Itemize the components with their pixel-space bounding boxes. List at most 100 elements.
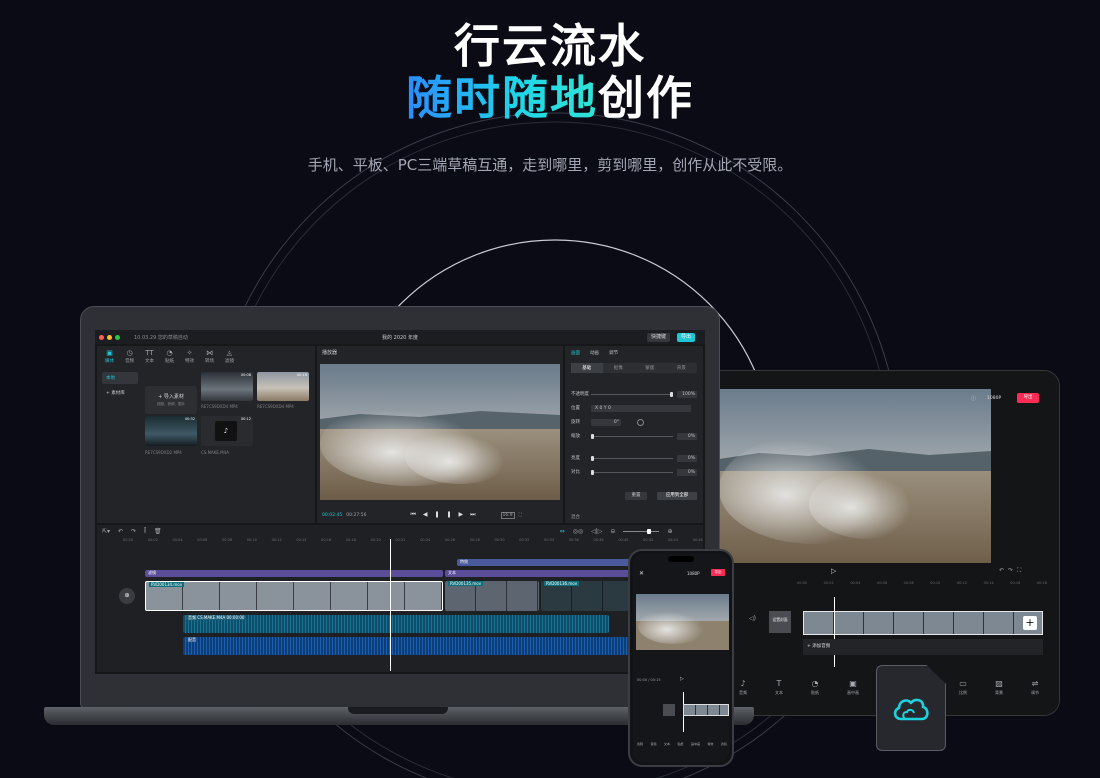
audio-clip-1[interactable]: 音频 CS.MAKE.M4A 00:00:00 — [183, 615, 609, 633]
filter-clip[interactable]: 滤镜 — [145, 570, 443, 577]
tab-audio[interactable]: ◷ 音频 — [125, 349, 134, 364]
split-icon[interactable]: ⫿ — [144, 527, 146, 535]
preview-axis-icon[interactable]: ◁|▷ — [591, 528, 602, 535]
delete-icon[interactable]: 🗑 — [154, 528, 162, 535]
phone-cover[interactable] — [663, 704, 675, 716]
video-clip-2[interactable]: RVD00135.mov — [445, 581, 539, 611]
media-thumbnail[interactable]: ♪ 00:12 — [201, 416, 253, 446]
timeline-playhead[interactable] — [390, 539, 391, 671]
tablet-add-audio[interactable]: + 添加音频 — [803, 639, 1043, 655]
aspect-ratio-button[interactable]: 16:9 — [500, 511, 515, 519]
phone-tool-text[interactable]: 文本 — [664, 742, 670, 746]
desktop-editor-window: 10.03.29 您的草稿自动 我的 2020 年度 快捷键 导出 ▣ 媒体 ◷ 音… — [95, 330, 705, 674]
tab-sticker[interactable]: ◔ 贴纸 — [165, 349, 174, 364]
subtab-background[interactable]: 背景 — [666, 363, 698, 373]
tablet-tool-pip[interactable]: ▣ 画中画 — [847, 679, 859, 696]
redo-icon[interactable]: ↷ — [131, 528, 136, 535]
phone-tool-filter[interactable]: 滤镜 — [721, 742, 727, 746]
phone-tool-effect[interactable]: 特效 — [707, 742, 713, 746]
playback-buttons[interactable]: ⏮◀❚❚▶⏭ — [410, 511, 482, 519]
tablet-undo-redo[interactable]: ↶↷⛶ — [999, 567, 1025, 575]
brightness-slider[interactable] — [591, 455, 673, 461]
tablet-tool-adjust[interactable]: ⇌ 调节 — [1031, 679, 1039, 696]
video-clip-1[interactable]: RVD00134.mov — [145, 581, 443, 611]
select-tool-icon[interactable]: ⇱▾ — [102, 528, 110, 535]
zoom-out-icon[interactable]: ⊖ — [610, 528, 615, 535]
fullscreen-icon[interactable]: ⛶ — [519, 512, 522, 518]
music-icon: ♪ — [740, 679, 746, 688]
brightness-value[interactable]: 0% — [677, 454, 697, 462]
main-track-cover-icon[interactable]: ⊛ — [119, 588, 135, 604]
phone-tool-audio[interactable]: 音频 — [650, 742, 656, 746]
rotation-value[interactable]: 0° — [591, 418, 621, 426]
subtab-keying[interactable]: 抠像 — [603, 363, 635, 373]
apply-all-button[interactable]: 应用到全部 — [657, 492, 697, 500]
contrast-slider[interactable] — [591, 469, 673, 475]
phone-export-button[interactable]: 导出 — [711, 569, 725, 576]
phone-tool-sticker[interactable]: 贴纸 — [677, 742, 683, 746]
scale-row: 缩放 0% — [571, 432, 697, 440]
link-icon[interactable]: ⇔ — [560, 528, 565, 535]
tablet-cover[interactable]: 设置封面 — [769, 611, 791, 633]
tab-animation[interactable]: 动画 — [590, 350, 599, 356]
phone-close-icon[interactable]: ✕ — [639, 570, 644, 577]
tablet-tool-sticker[interactable]: ◔ 贴纸 — [811, 679, 819, 696]
tablet-play-icon[interactable]: ▷ — [831, 567, 836, 575]
audio-clip-2[interactable]: 配音 — [183, 637, 703, 655]
phone-toolbar: 剪辑 音频 文本 贴纸 画中画 特效 滤镜 — [637, 742, 727, 746]
opacity-value[interactable]: 100% — [677, 390, 697, 398]
subtab-basic[interactable]: 基础 — [571, 363, 603, 373]
tablet-tool-background[interactable]: ▨ 背景 — [995, 679, 1003, 696]
rotation-dial[interactable] — [637, 418, 644, 426]
text-icon: TT — [145, 349, 154, 357]
export-button[interactable]: 导出 — [677, 333, 696, 342]
phone-screen: ✕ 1080P 导出 00:00 / 00:15 ▷ 剪辑 音频 文本 贴纸 画… — [633, 554, 729, 762]
pip-icon: ▣ — [849, 679, 857, 688]
tablet-tool-audio[interactable]: ♪ 音频 — [739, 679, 747, 696]
import-media-button[interactable]: + 导入素材 视频、音频、图片 — [145, 386, 197, 414]
phone-video-track[interactable] — [683, 704, 729, 716]
phone-device: ✕ 1080P 导出 00:00 / 00:15 ▷ 剪辑 音频 文本 贴纸 画… — [628, 549, 734, 767]
source-local[interactable]: 本地 — [102, 372, 138, 384]
tablet-add-clip-button[interactable]: + — [1023, 616, 1037, 630]
shortcut-button[interactable]: 快捷键 — [647, 333, 671, 342]
tab-text[interactable]: TT 文本 — [145, 349, 154, 364]
tablet-export-button[interactable]: 导出 — [1017, 393, 1039, 403]
undo-icon[interactable]: ↶ — [118, 528, 123, 535]
tab-filter[interactable]: ◬ 滤镜 — [225, 349, 234, 364]
tab-media[interactable]: ▣ 媒体 — [105, 349, 114, 364]
tablet-tool-ratio[interactable]: ▭ 比例 — [959, 679, 967, 696]
scale-value[interactable]: 0% — [677, 432, 697, 440]
phone-resolution[interactable]: 1080P — [687, 571, 700, 576]
reset-button[interactable]: 重置 — [625, 492, 647, 500]
tablet-video-track[interactable] — [803, 611, 1043, 635]
tablet-tool-text[interactable]: T 文本 — [775, 679, 783, 696]
hero-title-line2: 随时随地创作 — [0, 70, 1100, 126]
phone-notch — [668, 556, 694, 562]
position-value[interactable]: X 0 Y 0 — [591, 404, 691, 412]
media-thumbnail[interactable]: 00:32 — [145, 416, 197, 446]
zoom-slider[interactable] — [623, 528, 660, 534]
brightness-row: 亮度 0% — [571, 454, 697, 462]
media-thumbnail[interactable]: 00:16 — [257, 372, 309, 401]
opacity-slider[interactable] — [591, 391, 673, 397]
phone-tool-pip[interactable]: 画中画 — [691, 742, 700, 746]
hero-highlight: 随时随地 — [406, 71, 598, 125]
phone-play-icon[interactable]: ▷ — [680, 676, 684, 682]
tablet-mute-icon[interactable]: ◁) — [749, 615, 756, 622]
help-icon[interactable]: ⓘ — [971, 395, 976, 402]
phone-tool-edit[interactable]: 剪辑 — [637, 742, 643, 746]
tab-adjust[interactable]: 调节 — [609, 350, 618, 356]
snap-icon[interactable]: ◎◎ — [573, 528, 583, 535]
zoom-in-icon[interactable]: ⊕ — [667, 528, 672, 535]
tab-transition[interactable]: ⋈ 转场 — [205, 349, 214, 364]
source-library[interactable]: + 素材库 — [102, 387, 138, 399]
media-thumbnail[interactable]: 00:08 — [201, 372, 253, 401]
player-preview — [320, 364, 560, 500]
scale-slider[interactable] — [591, 433, 673, 439]
tab-effect[interactable]: ✧ 特效 — [185, 349, 194, 364]
subtab-mask[interactable]: 蒙版 — [634, 363, 666, 373]
tab-picture[interactable]: 画面 — [571, 350, 580, 356]
tablet-resolution[interactable]: 1080P — [987, 396, 1001, 401]
contrast-value[interactable]: 0% — [677, 468, 697, 476]
